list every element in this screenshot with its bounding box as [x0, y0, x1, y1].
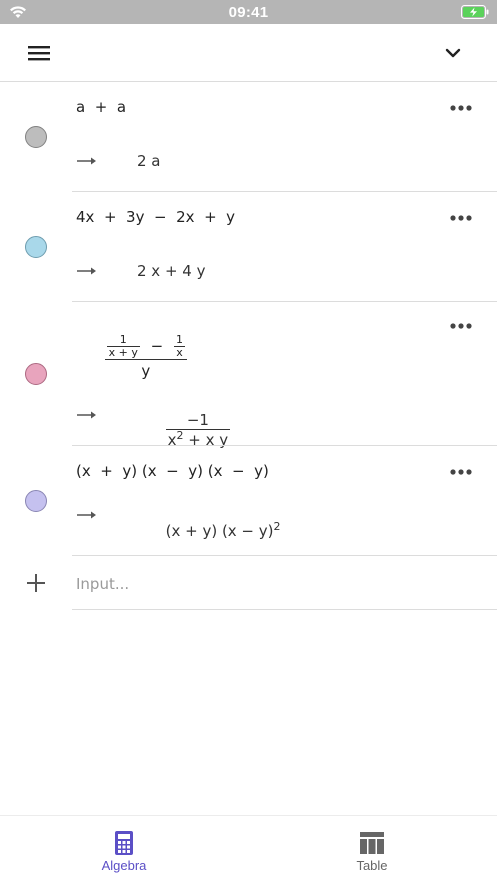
visibility-marble[interactable] — [25, 490, 47, 512]
arrow-right-icon — [77, 511, 96, 519]
app-bar — [0, 24, 497, 82]
expression-output: 2 a — [137, 152, 161, 170]
more-options-icon[interactable] — [446, 319, 476, 333]
tab-label: Table — [356, 858, 388, 873]
expression-input[interactable]: 1 x + y − 1 x y — [76, 316, 187, 398]
plus-icon[interactable] — [25, 572, 47, 594]
bottom-navigation: Algebra Table — [0, 815, 497, 883]
status-bar: 09:41 — [0, 0, 497, 24]
outer-fraction: 1 x + y − 1 x y — [104, 333, 187, 380]
expression-input[interactable]: a + a — [76, 98, 126, 116]
menu-icon[interactable] — [24, 40, 54, 66]
algebra-list: a + a 2 a 4x + 3y − 2x + y 2 x + 4 y 1 x… — [0, 82, 497, 556]
chevron-down-icon[interactable] — [440, 42, 466, 64]
visibility-marble[interactable] — [25, 236, 47, 258]
algebra-row: a + a 2 a — [0, 82, 497, 192]
table-icon — [360, 832, 384, 854]
tab-table[interactable]: Table — [248, 816, 496, 884]
algebra-row: 1 x + y − 1 x y −1 x2 + x y — [0, 302, 497, 449]
arrow-right-icon — [77, 157, 96, 165]
algebra-row: (x + y) (x − y) (x − y) (x + y) (x − y)2 — [0, 446, 497, 556]
visibility-marble[interactable] — [25, 363, 47, 385]
tab-algebra[interactable]: Algebra — [0, 816, 248, 884]
visibility-marble[interactable] — [25, 126, 47, 148]
expression-input[interactable]: 4x + 3y − 2x + y — [76, 208, 235, 226]
row-divider — [72, 609, 497, 610]
add-input-row — [0, 556, 497, 610]
inner-fraction: 1 x + y — [106, 333, 140, 360]
more-options-icon[interactable] — [446, 211, 476, 225]
status-time: 09:41 — [228, 4, 269, 21]
algebra-input-field[interactable] — [76, 574, 456, 594]
battery-charging-icon — [461, 5, 489, 19]
arrow-right-icon — [77, 411, 96, 419]
expression-output: (x + y) (x − y)2 — [165, 520, 281, 540]
tab-label: Algebra — [101, 858, 147, 873]
more-options-icon[interactable] — [446, 101, 476, 115]
calculator-icon — [115, 831, 133, 855]
arrow-right-icon — [77, 267, 96, 275]
expression-input[interactable]: (x + y) (x − y) (x − y) — [76, 462, 269, 480]
expression-output: 2 x + 4 y — [137, 262, 206, 280]
second-fraction: 1 x — [173, 333, 185, 360]
more-options-icon[interactable] — [446, 465, 476, 479]
algebra-row: 4x + 3y − 2x + y 2 x + 4 y — [0, 192, 497, 302]
output-fraction: −1 x2 + x y — [165, 411, 231, 449]
